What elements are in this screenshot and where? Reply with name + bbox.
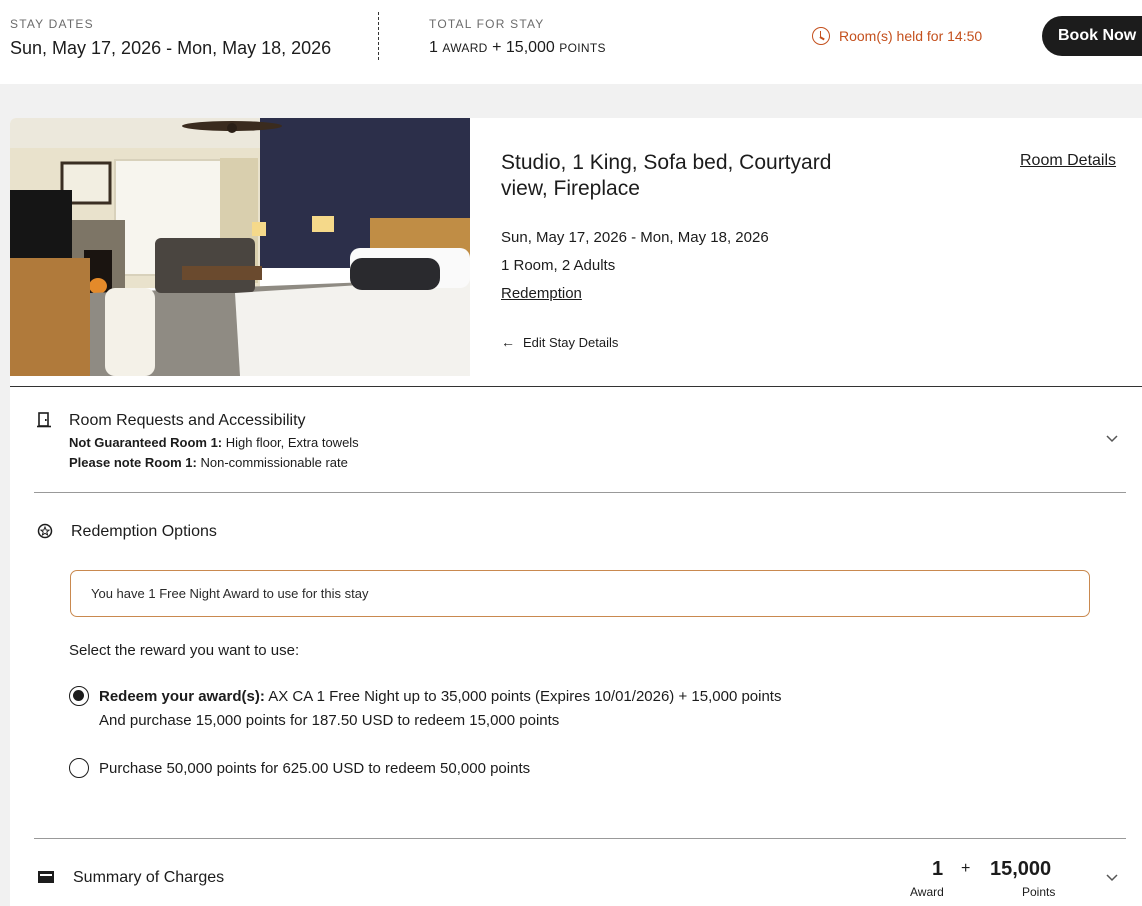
stay-dates-label: STAY DATES bbox=[10, 17, 94, 31]
stay-dates-block: STAY DATES Sun, May 17, 2026 - Mon, May … bbox=[10, 17, 331, 59]
select-reward-label: Select the reward you want to use: bbox=[69, 642, 300, 659]
edit-stay-details-link[interactable]: ← Edit Stay Details bbox=[501, 334, 618, 350]
room-occupancy: 1 Room, 2 Adults bbox=[501, 257, 616, 274]
book-now-button[interactable]: Book Now bbox=[1042, 16, 1142, 56]
room-request-line-2-value: Non-commissionable rate bbox=[196, 455, 348, 470]
section-divider bbox=[10, 386, 1142, 387]
arrow-left-icon: ← bbox=[501, 334, 515, 350]
room-details-link[interactable]: Room Details bbox=[1020, 152, 1116, 170]
redeem-award-option-line2: And purchase 15,000 points for 187.50 US… bbox=[99, 712, 560, 729]
total-points-unit: POINTS bbox=[559, 41, 606, 55]
redeem-award-radio[interactable] bbox=[69, 686, 89, 706]
section-divider bbox=[34, 838, 1126, 839]
purchase-points-radio[interactable] bbox=[69, 758, 89, 778]
room-request-line-1: Not Guaranteed Room 1: High floor, Extra… bbox=[69, 435, 359, 450]
free-night-award-notice: You have 1 Free Night Award to use for t… bbox=[70, 570, 1090, 617]
room-dates: Sun, May 17, 2026 - Mon, May 18, 2026 bbox=[501, 229, 769, 246]
total-points: 15,000 bbox=[505, 39, 555, 56]
room-door-icon bbox=[35, 411, 53, 429]
redemption-options-title: Redemption Options bbox=[71, 523, 217, 540]
chevron-down-icon[interactable] bbox=[1106, 869, 1118, 885]
room-hold-timer: Room(s) held for 14:50 bbox=[812, 27, 982, 45]
redeem-award-option-bold: Redeem your award(s): bbox=[99, 688, 265, 705]
header-divider bbox=[378, 12, 379, 60]
total-value: 1 AWARD + 15,000 POINTS bbox=[429, 39, 606, 57]
edit-stay-label: Edit Stay Details bbox=[523, 334, 619, 350]
redeem-award-option-text[interactable]: Redeem your award(s): AX CA 1 Free Night… bbox=[99, 688, 781, 705]
total-award-unit: AWARD bbox=[442, 41, 488, 55]
total-plus: + bbox=[492, 39, 502, 56]
room-request-line-2: Please note Room 1: Non-commissionable r… bbox=[69, 455, 348, 470]
stay-dates-value: Sun, May 17, 2026 - Mon, May 18, 2026 bbox=[10, 38, 332, 58]
booking-header: STAY DATES Sun, May 17, 2026 - Mon, May … bbox=[0, 0, 1142, 84]
summary-award-label: Award bbox=[910, 885, 944, 899]
total-label: TOTAL FOR STAY bbox=[429, 17, 545, 31]
summary-plus: + bbox=[961, 860, 971, 877]
room-card: Studio, 1 King, Sofa bed, Courtyard view… bbox=[10, 118, 1142, 906]
summary-points-value: 15,000 bbox=[990, 858, 1052, 880]
redeem-award-option-detail: AX CA 1 Free Night up to 35,000 points (… bbox=[264, 688, 782, 705]
room-request-line-1-label: Not Guaranteed Room 1: bbox=[69, 435, 223, 450]
summary-award-value: 1 bbox=[932, 858, 944, 880]
hold-text: Room(s) held for 14:50 bbox=[839, 28, 983, 44]
summary-of-charges-title: Summary of Charges bbox=[73, 869, 225, 886]
room-requests-title: Room Requests and Accessibility bbox=[69, 412, 306, 429]
room-title: Studio, 1 King, Sofa bed, Courtyard view… bbox=[501, 151, 832, 200]
summary-points-label: Points bbox=[1022, 885, 1056, 899]
room-request-line-1-value: High floor, Extra towels bbox=[222, 435, 359, 450]
rate-type-link[interactable]: Redemption bbox=[501, 285, 582, 302]
room-request-line-2-label: Please note Room 1: bbox=[69, 455, 197, 470]
room-photo bbox=[10, 118, 470, 376]
clock-icon bbox=[812, 27, 830, 45]
total-for-stay-block: TOTAL FOR STAY 1 AWARD + 15,000 POINTS bbox=[429, 17, 606, 57]
purchase-points-option-text[interactable]: Purchase 50,000 points for 625.00 USD to… bbox=[99, 760, 530, 777]
section-divider bbox=[34, 492, 1126, 493]
total-award-count: 1 bbox=[429, 39, 438, 56]
award-star-icon bbox=[36, 522, 54, 540]
chevron-down-icon[interactable] bbox=[1106, 430, 1118, 446]
wallet-icon bbox=[37, 868, 55, 886]
